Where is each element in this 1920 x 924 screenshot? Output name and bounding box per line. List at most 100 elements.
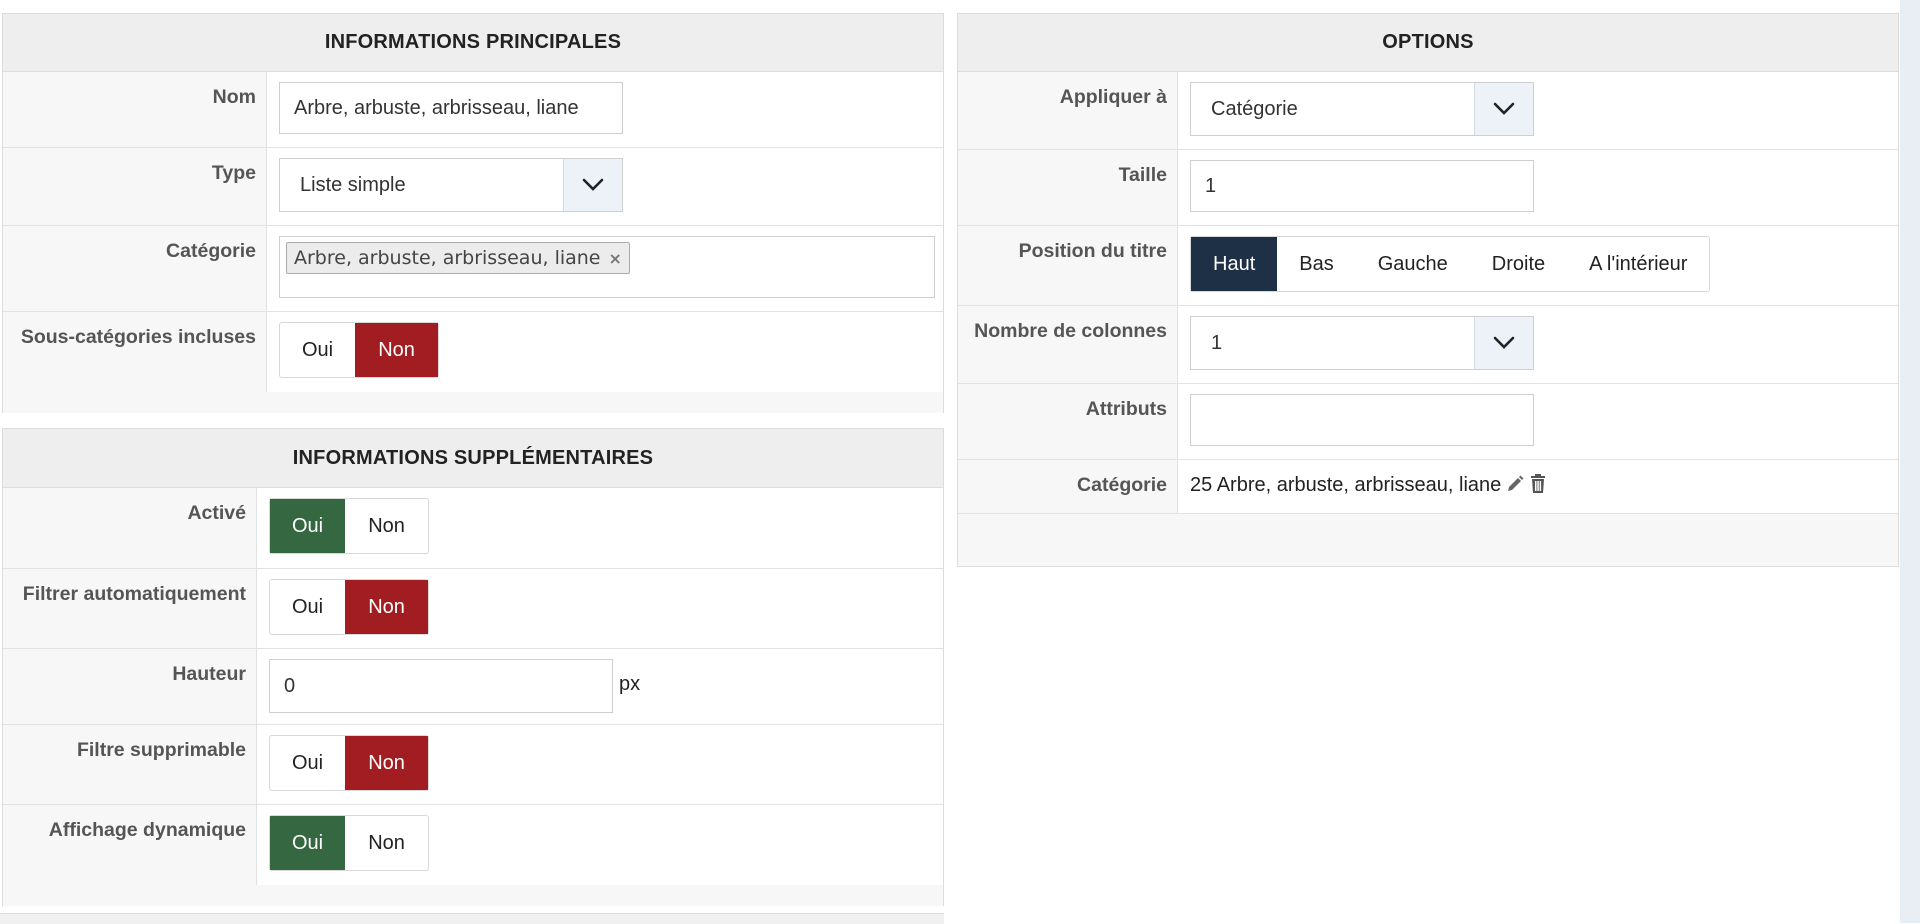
extra-info-footer — [3, 885, 943, 906]
row-nb-colonnes: Nombre de colonnes 1 — [958, 306, 1898, 384]
active-label: Activé — [3, 488, 257, 568]
row-position-titre: Position du titre Haut Bas Gauche Droite… — [958, 226, 1898, 306]
position-titre-field-cell: Haut Bas Gauche Droite A l'intérieur — [1178, 226, 1898, 305]
row-active: Activé Oui Non — [3, 488, 943, 569]
position-gauche-button[interactable]: Gauche — [1356, 237, 1470, 291]
appliquer-label: Appliquer à — [958, 72, 1178, 149]
sous-categories-field-cell: Oui Non — [267, 312, 943, 392]
nb-colonnes-label: Nombre de colonnes — [958, 306, 1178, 383]
position-haut-button[interactable]: Haut — [1191, 237, 1278, 291]
row-taille: Taille 1 — [958, 150, 1898, 226]
filtrer-auto-field-cell: Oui Non — [257, 569, 943, 648]
filtre-supprimable-oui-button[interactable]: Oui — [270, 736, 345, 790]
position-titre-segmented[interactable]: Haut Bas Gauche Droite A l'intérieur — [1190, 236, 1711, 292]
position-droite-button[interactable]: Droite — [1470, 237, 1567, 291]
affichage-dynamique-non-button[interactable]: Non — [345, 816, 428, 870]
active-oui-button[interactable]: Oui — [270, 499, 346, 553]
filtre-supprimable-label: Filtre supprimable — [3, 725, 257, 804]
appliquer-select-arrow[interactable] — [1474, 83, 1533, 135]
filtre-supprimable-field-cell: Oui Non — [257, 725, 943, 804]
row-nom: Nom Arbre, arbuste, arbrisseau, liane — [3, 72, 943, 148]
nom-label: Nom — [3, 72, 267, 147]
trash-icon[interactable] — [1529, 473, 1547, 495]
extra-info-panel: INFORMATIONS SUPPLÉMENTAIRES Activé Oui … — [2, 428, 944, 906]
row-options-categorie: Catégorie 25 Arbre, arbuste, arbrisseau,… — [958, 460, 1898, 514]
main-info-panel: INFORMATIONS PRINCIPALES Nom Arbre, arbu… — [2, 13, 944, 413]
nb-colonnes-field-cell: 1 — [1178, 306, 1898, 383]
row-hauteur: Hauteur 0 px — [3, 649, 943, 725]
taille-field-cell: 1 — [1178, 150, 1898, 225]
filtrer-auto-oui-button[interactable]: Oui — [270, 580, 345, 634]
active-toggle[interactable]: Oui Non — [269, 498, 429, 554]
affichage-dynamique-toggle[interactable]: Oui Non — [269, 815, 429, 871]
appliquer-select-value: Catégorie — [1211, 97, 1298, 120]
hauteur-label: Hauteur — [3, 649, 257, 724]
categorie-label: Catégorie — [3, 226, 267, 311]
appliquer-select[interactable]: Catégorie — [1190, 82, 1534, 136]
sous-categories-non-button[interactable]: Non — [355, 323, 438, 377]
row-affichage-dynamique: Affichage dynamique Oui Non — [3, 805, 943, 885]
categorie-tag: Arbre, arbuste, arbrisseau, liane × — [286, 242, 630, 274]
chevron-down-icon — [1493, 102, 1515, 115]
main-info-footer — [3, 392, 943, 413]
type-select-value: Liste simple — [300, 173, 406, 196]
hauteur-unit: px — [619, 673, 641, 695]
sous-categories-label: Sous-catégories incluses — [3, 312, 267, 392]
filtre-supprimable-non-button[interactable]: Non — [345, 736, 428, 790]
type-select[interactable]: Liste simple — [279, 158, 623, 212]
taille-input[interactable]: 1 — [1190, 160, 1534, 212]
affichage-dynamique-label: Affichage dynamique — [3, 805, 257, 885]
filtre-supprimable-toggle[interactable]: Oui Non — [269, 735, 429, 791]
sous-categories-oui-button[interactable]: Oui — [280, 323, 355, 377]
pencil-icon[interactable] — [1505, 474, 1525, 494]
taille-label: Taille — [958, 150, 1178, 225]
active-field-cell: Oui Non — [257, 488, 943, 568]
categorie-tag-label: Arbre, arbuste, arbrisseau, liane — [294, 247, 601, 269]
row-attributs: Attributs — [958, 384, 1898, 460]
row-categorie: Catégorie Arbre, arbuste, arbrisseau, li… — [3, 226, 943, 312]
row-filtrer-auto: Filtrer automatiquement Oui Non — [3, 569, 943, 649]
filtrer-auto-non-button[interactable]: Non — [345, 580, 428, 634]
nb-colonnes-select-arrow[interactable] — [1474, 317, 1533, 369]
position-bas-button[interactable]: Bas — [1277, 237, 1355, 291]
nb-colonnes-select-value: 1 — [1211, 331, 1223, 354]
extra-info-title: INFORMATIONS SUPPLÉMENTAIRES — [3, 429, 943, 488]
type-label: Type — [3, 148, 267, 225]
type-select-arrow[interactable] — [563, 159, 622, 211]
position-interieur-button[interactable]: A l'intérieur — [1567, 237, 1709, 291]
categorie-field-cell: Arbre, arbuste, arbrisseau, liane × — [267, 226, 943, 311]
hauteur-input[interactable]: 0 — [269, 659, 613, 713]
options-title: OPTIONS — [958, 14, 1898, 72]
row-type: Type Liste simple — [3, 148, 943, 226]
options-categorie-value: 25 Arbre, arbuste, arbrisseau, liane — [1190, 474, 1502, 496]
type-field-cell: Liste simple — [267, 148, 943, 225]
row-appliquer: Appliquer à Catégorie — [958, 72, 1898, 150]
chevron-down-icon — [582, 178, 604, 191]
nom-field-cell: Arbre, arbuste, arbrisseau, liane — [267, 72, 943, 147]
nom-input[interactable]: Arbre, arbuste, arbrisseau, liane — [279, 82, 623, 134]
appliquer-field-cell: Catégorie — [1178, 72, 1898, 149]
position-titre-label: Position du titre — [958, 226, 1178, 305]
affichage-dynamique-field-cell: Oui Non — [257, 805, 943, 885]
categorie-tag-input[interactable]: Arbre, arbuste, arbrisseau, liane × — [279, 236, 935, 298]
options-footer — [958, 514, 1898, 566]
remove-tag-icon[interactable]: × — [609, 249, 622, 268]
active-non-button[interactable]: Non — [345, 499, 428, 553]
filtrer-auto-toggle[interactable]: Oui Non — [269, 579, 429, 635]
options-categorie-label: Catégorie — [958, 460, 1178, 513]
options-categorie-field-cell: 25 Arbre, arbuste, arbrisseau, liane — [1178, 460, 1898, 513]
filtrer-auto-label: Filtrer automatiquement — [3, 569, 257, 648]
attributs-input[interactable] — [1190, 394, 1534, 446]
hauteur-field-cell: 0 px — [257, 649, 943, 724]
row-sous-categories: Sous-catégories incluses Oui Non — [3, 312, 943, 392]
main-info-title: INFORMATIONS PRINCIPALES — [3, 14, 943, 72]
chevron-down-icon — [1493, 336, 1515, 349]
nb-colonnes-select[interactable]: 1 — [1190, 316, 1534, 370]
affichage-dynamique-oui-button[interactable]: Oui — [270, 816, 346, 870]
scrollbar[interactable] — [1900, 0, 1920, 923]
row-filtre-supprimable: Filtre supprimable Oui Non — [3, 725, 943, 805]
sous-categories-toggle[interactable]: Oui Non — [279, 322, 439, 378]
options-panel: OPTIONS Appliquer à Catégorie Taille 1 P… — [957, 13, 1899, 567]
attributs-field-cell — [1178, 384, 1898, 459]
next-panel-edge — [0, 913, 944, 924]
